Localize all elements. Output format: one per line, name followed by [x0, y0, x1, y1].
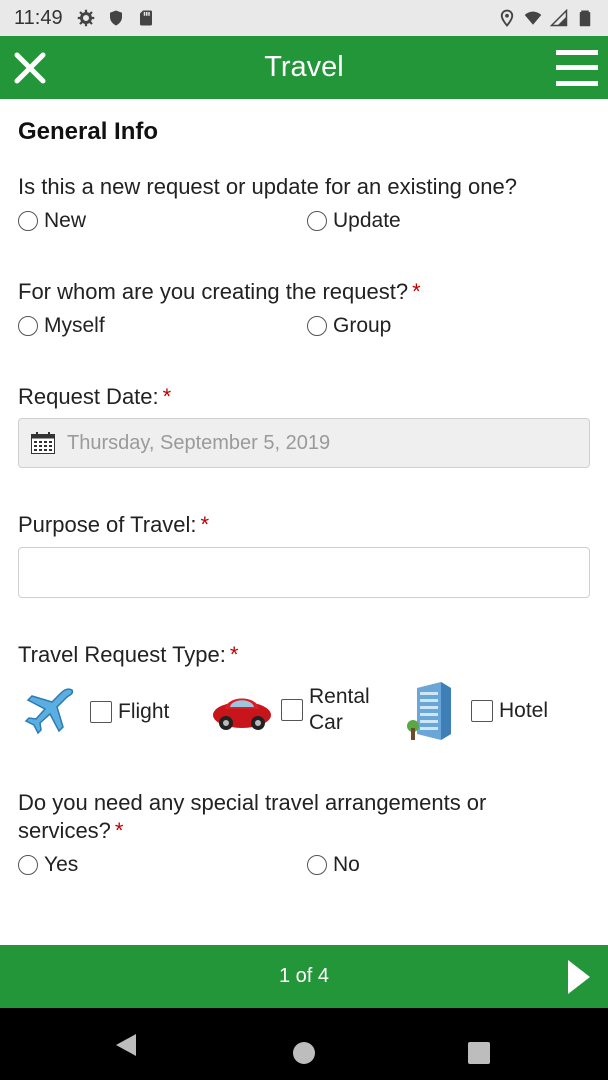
for-whom-text: For whom are you creating the request?: [18, 279, 409, 304]
calendar-icon: [31, 432, 55, 454]
radio-circle[interactable]: [307, 855, 327, 875]
page-indicator: 1 of 4: [278, 965, 330, 987]
radio-circle[interactable]: [18, 855, 38, 875]
radio-new-label: New: [44, 209, 87, 232]
radio-new[interactable]: New: [18, 209, 86, 233]
request-type-text: Travel Request Type:: [18, 642, 226, 667]
settings-icon: [77, 9, 94, 27]
battery-icon: [579, 10, 591, 27]
purpose-text: Purpose of Travel:: [18, 512, 197, 537]
radio-circle[interactable]: [18, 211, 38, 231]
flight-checkbox[interactable]: [90, 701, 112, 723]
rental-car-checkbox[interactable]: [281, 699, 303, 721]
radio-yes[interactable]: Yes: [18, 853, 78, 877]
radio-myself[interactable]: Myself: [18, 314, 105, 338]
radio-group[interactable]: Group: [307, 314, 391, 338]
wifi-icon: [524, 11, 542, 25]
radio-update-label: Update: [333, 209, 401, 232]
pager-footer: 1 of 4: [0, 945, 608, 1008]
status-right-icons: [498, 9, 594, 27]
radio-group-label: Group: [333, 314, 392, 337]
special-arrangements-options: Yes No: [18, 853, 590, 883]
required-marker: *: [412, 279, 421, 304]
required-marker: *: [114, 818, 124, 843]
close-icon[interactable]: [12, 50, 48, 86]
next-page-icon[interactable]: [566, 958, 592, 996]
request-date-label: Request Date: *: [18, 383, 171, 411]
radio-circle[interactable]: [307, 211, 327, 231]
purpose-input[interactable]: [18, 547, 590, 598]
request-kind-text: Is this a new request or update for an e…: [18, 174, 517, 199]
request-date-field[interactable]: Thursday, September 5, 2019: [18, 418, 590, 468]
radio-no-label: No: [333, 853, 360, 876]
radio-circle[interactable]: [307, 316, 327, 336]
car-icon: [213, 698, 271, 730]
special-arrangements-line2: services?: [18, 818, 111, 843]
status-bar: 11:49: [0, 0, 608, 36]
back-icon[interactable]: [114, 1032, 138, 1058]
section-title: General Info: [18, 118, 159, 145]
type-hotel[interactable]: Hotel: [405, 680, 548, 742]
request-date-text: Request Date:: [18, 384, 159, 409]
system-nav-bar: [0, 1008, 608, 1080]
radio-yes-label: Yes: [44, 853, 79, 876]
hotel-label: Hotel: [499, 699, 549, 722]
airplane-icon: [24, 688, 74, 735]
status-time: 11:49: [14, 6, 63, 29]
radio-no[interactable]: No: [307, 853, 360, 877]
recent-apps-icon[interactable]: [468, 1042, 490, 1064]
request-kind-label: Is this a new request or update for an e…: [18, 173, 517, 201]
special-arrangements-label: Do you need any special travel arrangeme…: [18, 789, 486, 845]
purpose-label: Purpose of Travel: *: [18, 511, 209, 539]
app-header: Travel: [0, 36, 608, 99]
request-type-options: Flight Rental Car Hotel: [18, 680, 590, 750]
status-left-icons: [77, 9, 155, 27]
type-rental-car[interactable]: Rental Car: [211, 684, 379, 736]
flight-label: Flight: [118, 700, 170, 723]
radio-update[interactable]: Update: [307, 209, 401, 233]
signal-icon: [550, 9, 568, 27]
menu-icon[interactable]: [556, 48, 598, 88]
required-marker: *: [162, 384, 172, 409]
for-whom-options: Myself Group: [18, 314, 590, 344]
required-marker: *: [229, 642, 239, 667]
request-kind-options: New Update: [18, 209, 590, 239]
rental-car-label: Rental Car: [309, 685, 370, 734]
hotel-building-icon: [407, 682, 451, 740]
sd-card-icon: [139, 10, 152, 26]
request-date-value: Thursday, September 5, 2019: [67, 431, 331, 454]
home-icon[interactable]: [293, 1042, 315, 1064]
page-title: Travel: [264, 51, 344, 83]
location-icon: [500, 9, 514, 27]
required-marker: *: [200, 512, 210, 537]
radio-myself-label: Myself: [44, 314, 105, 337]
special-arrangements-line1: Do you need any special travel arrangeme…: [18, 790, 487, 815]
for-whom-label: For whom are you creating the request? *: [18, 278, 421, 306]
shield-icon: [109, 10, 122, 26]
radio-circle[interactable]: [18, 316, 38, 336]
request-type-label: Travel Request Type: *: [18, 641, 238, 669]
hotel-checkbox[interactable]: [471, 700, 493, 722]
type-flight[interactable]: Flight: [24, 684, 169, 740]
